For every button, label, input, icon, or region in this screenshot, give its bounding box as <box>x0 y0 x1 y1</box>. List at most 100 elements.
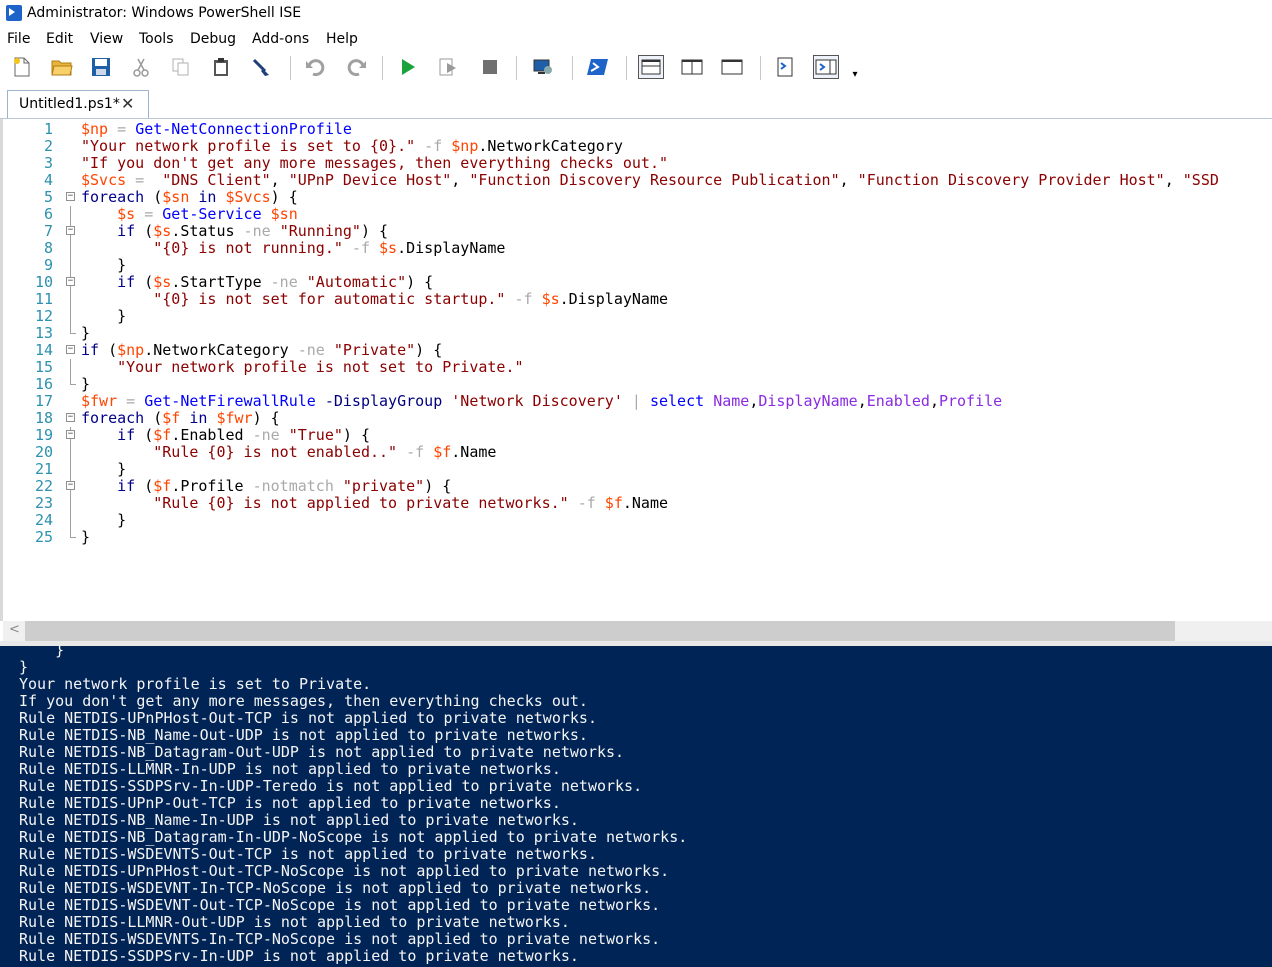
line-number: 12 <box>34 307 53 325</box>
line-number: 2 <box>43 137 53 155</box>
code-token: } <box>81 528 91 546</box>
code-token: ) { <box>270 188 298 206</box>
open-button[interactable] <box>50 55 74 79</box>
code-text: "Rule {0} is not applied to private netw… <box>81 495 668 512</box>
fold-guide <box>70 461 71 478</box>
menu-debug[interactable]: Debug <box>190 31 236 47</box>
cut-button[interactable] <box>129 55 153 79</box>
line-number: 14 <box>34 341 53 359</box>
stop-button[interactable] <box>478 55 502 79</box>
console-pane[interactable]: }} Your network profile is set to Private… <box>0 646 1272 967</box>
code-token: -ne <box>243 426 289 444</box>
line-number: 6 <box>43 205 53 223</box>
show-script-pane-maximized-button[interactable] <box>720 55 744 79</box>
code-token: -f <box>505 290 542 308</box>
code-token: in <box>180 409 217 427</box>
console-line: Rule NETDIS-LLMNR-Out-UDP is not applied… <box>19 913 570 931</box>
code-token: if <box>117 426 136 444</box>
copy-icon <box>172 58 189 76</box>
show-command-add-on-button[interactable] <box>813 55 839 79</box>
line-number: 17 <box>34 392 53 410</box>
save-button[interactable] <box>89 55 113 79</box>
code-token: } <box>81 511 127 529</box>
code-text: foreach ($sn in $Svcs) { <box>81 189 298 206</box>
code-token: ( <box>99 341 118 359</box>
close-icon[interactable]: ✕ <box>121 94 134 113</box>
code-token: .Name <box>622 494 669 512</box>
run-selection-button[interactable] <box>436 55 460 79</box>
code-token: -f <box>342 239 380 257</box>
code-token: -ne <box>288 341 334 359</box>
scroll-left-icon[interactable]: < <box>9 622 20 637</box>
code-text: $fwr = Get-NetFirewallRule -DisplayGroup… <box>81 393 1002 410</box>
line-number: 20 <box>34 443 53 461</box>
line-number: 15 <box>34 358 53 376</box>
code-token: $s <box>541 290 560 308</box>
code-token: .StartType <box>171 273 262 291</box>
line-number: 1 <box>43 120 53 138</box>
menu-help[interactable]: Help <box>326 31 358 47</box>
code-token: } <box>81 375 91 393</box>
code-text: } <box>81 257 126 274</box>
code-token: "{0} is not set for automatic startup." <box>153 290 506 308</box>
code-token: = <box>135 205 163 223</box>
code-text: foreach ($f in $fwr) { <box>81 410 280 427</box>
menu-add-ons[interactable]: Add-ons <box>252 31 309 47</box>
show-script-pane-top-button[interactable] <box>638 55 664 79</box>
start-powershell-button[interactable] <box>586 55 610 79</box>
new-script-button[interactable] <box>10 55 34 79</box>
chevron-down-icon: ▾ <box>852 68 858 80</box>
code-token: | <box>622 392 650 410</box>
menu-edit[interactable]: Edit <box>46 31 73 47</box>
code-token: "Function Discovery Provider Host" <box>857 171 1165 189</box>
run-script-button[interactable] <box>396 55 420 79</box>
collapse-icon[interactable]: − <box>66 413 75 422</box>
paste-button[interactable] <box>209 55 233 79</box>
window-title: Administrator: Windows PowerShell ISE <box>27 5 302 21</box>
script-editor[interactable]: 1 $np = Get-NetConnectionProfile 2 "Your ne… <box>0 119 1272 621</box>
fold-guide <box>70 206 71 223</box>
collapse-icon[interactable]: − <box>66 277 75 286</box>
code-token: $s <box>117 205 136 223</box>
scrollbar-thumb[interactable] <box>25 621 1175 641</box>
code-token: .Name <box>451 443 497 461</box>
collapse-icon[interactable]: − <box>66 481 75 490</box>
code-token: , <box>749 392 759 410</box>
console-line: Rule NETDIS-WSDEVNTS-Out-TCP is not appl… <box>19 845 597 863</box>
toolbar-overflow-button[interactable]: ▾ <box>848 62 862 86</box>
line-number: 16 <box>34 375 53 393</box>
code-token: "Running" <box>279 222 361 240</box>
show-command-window-button[interactable] <box>773 55 797 79</box>
editor-horizontal-scrollbar[interactable]: < <box>3 621 1272 641</box>
fold-guide <box>70 308 71 325</box>
code-text: $s = Get-Service $sn <box>81 206 298 223</box>
line-number: 25 <box>34 528 53 546</box>
new-remote-tab-button[interactable] <box>531 55 555 79</box>
tab-untitled1[interactable]: Untitled1.ps1* ✕ <box>7 90 149 118</box>
collapse-icon[interactable]: − <box>66 226 75 235</box>
copy-button[interactable] <box>169 55 193 79</box>
code-text: "If you don't get any more messages, the… <box>81 155 668 172</box>
show-script-pane-right-button[interactable] <box>680 55 704 79</box>
code-token: "UPnP Device Host" <box>288 171 452 189</box>
collapse-icon[interactable]: − <box>66 192 75 201</box>
code-token: $sn <box>162 188 190 206</box>
undo-button[interactable] <box>304 55 328 79</box>
code-token: "If you don't get any more messages, the… <box>81 154 668 172</box>
line-number: 9 <box>43 256 53 274</box>
redo-button[interactable] <box>344 55 368 79</box>
menu-view[interactable]: View <box>90 31 123 47</box>
collapse-icon[interactable]: − <box>66 430 75 439</box>
menu-tools[interactable]: Tools <box>139 31 174 47</box>
menu-file[interactable]: File <box>7 31 30 47</box>
powershell-icon <box>587 59 608 75</box>
collapse-icon[interactable]: − <box>66 345 75 354</box>
clear-console-button[interactable] <box>249 55 273 79</box>
code-token: $f <box>153 426 172 444</box>
fold-guide-end <box>70 529 76 538</box>
code-token: -DisplayGroup <box>315 392 452 410</box>
